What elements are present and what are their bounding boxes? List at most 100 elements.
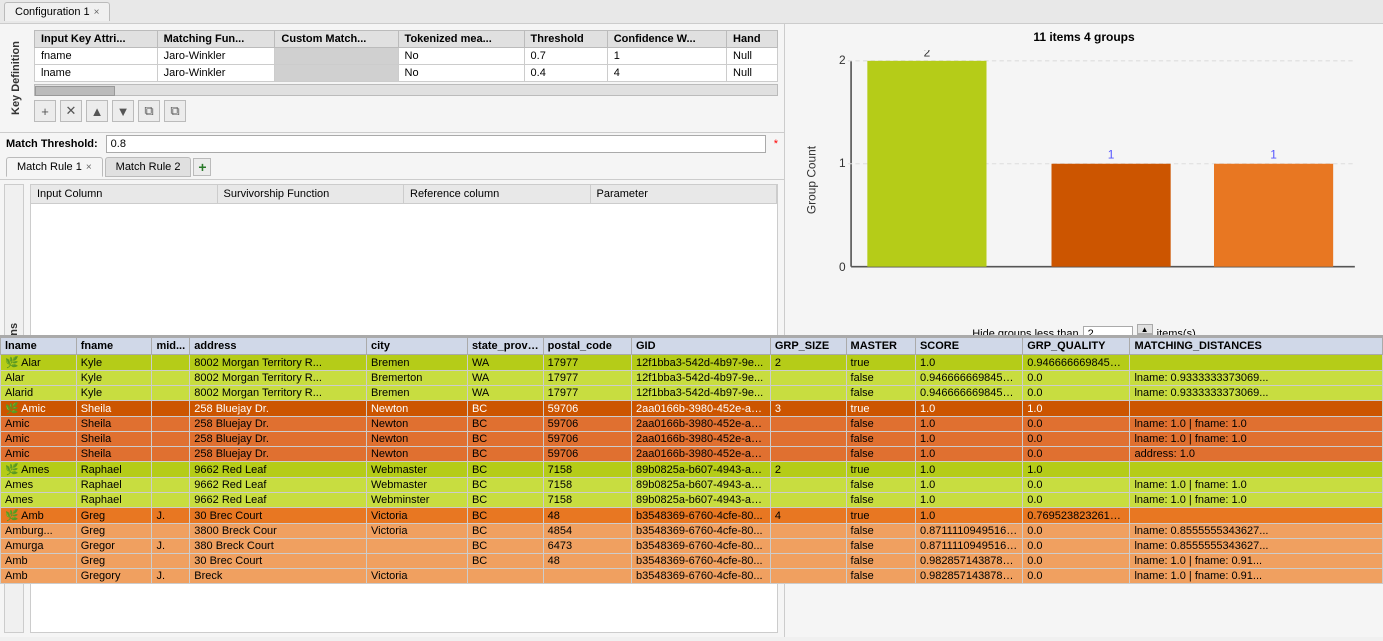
- table-row[interactable]: AlaridKyle8002 Morgan Territory R...Brem…: [1, 386, 1383, 401]
- table-cell: 258 Bluejay Dr.: [190, 417, 367, 432]
- table-cell: Greg: [76, 524, 152, 539]
- match-rule-tab-1[interactable]: Match Rule 1 ×: [6, 157, 103, 177]
- col-header-address[interactable]: address: [190, 338, 367, 355]
- table-cell: 1.0: [915, 355, 1022, 371]
- table-row[interactable]: AmurgaGregorJ.380 Breck CourtBC6473b3548…: [1, 539, 1383, 554]
- table-cell: lname: 1.0 | fname: 1.0: [1130, 493, 1383, 508]
- table-cell: Sheila: [76, 432, 152, 447]
- table-row[interactable]: AmbGregoryJ.BreckVictoriab3548369-6760-4…: [1, 569, 1383, 584]
- table-cell: BC: [467, 493, 543, 508]
- col-header-6: Hand: [727, 31, 778, 48]
- table-cell: false: [846, 554, 915, 569]
- table-cell: Raphael: [76, 462, 152, 478]
- table-cell: [770, 493, 846, 508]
- table-row[interactable]: AmesRaphael9662 Red LeafWebminsterBC7158…: [1, 493, 1383, 508]
- col-header-postal[interactable]: postal_code: [543, 338, 631, 355]
- spinner-up-button[interactable]: ▲: [1137, 324, 1153, 334]
- tab-close-icon[interactable]: ×: [94, 7, 100, 18]
- add-key-button[interactable]: +: [34, 100, 56, 122]
- data-table: lname fname mid... address city state_pr…: [0, 337, 1383, 584]
- table-cell: BC: [467, 478, 543, 493]
- paste-button[interactable]: ⧉: [164, 100, 186, 122]
- table-cell: 258 Bluejay Dr.: [190, 401, 367, 417]
- table-cell: 0.946666669845581: [915, 371, 1022, 386]
- table-cell: Alar: [1, 371, 77, 386]
- table-cell: Amic: [1, 417, 77, 432]
- table-cell: 2aa0166b-3980-452e-a9...: [632, 417, 771, 432]
- col-header-1: Matching Fun...: [157, 31, 275, 48]
- table-cell: lname: 0.9333333373069...: [1130, 386, 1383, 401]
- col-header-score[interactable]: SCORE: [915, 338, 1022, 355]
- table-row[interactable]: AmicSheila258 Bluejay Dr.NewtonBC597062a…: [1, 447, 1383, 462]
- table-cell: b3548369-6760-4cfe-80...: [632, 508, 771, 524]
- key-cell-1-6: Null: [727, 65, 778, 82]
- scroll-thumb[interactable]: [35, 86, 115, 96]
- table-cell: 1.0: [1023, 462, 1130, 478]
- match-rule-tabs: Match Rule 1 × Match Rule 2 +: [0, 155, 784, 180]
- table-cell: 0.9828571438789367: [915, 554, 1022, 569]
- match-rule-tab-2[interactable]: Match Rule 2: [105, 157, 192, 177]
- table-row[interactable]: 🌿 AmicSheila258 Bluejay Dr.NewtonBC59706…: [1, 401, 1383, 417]
- table-row[interactable]: 🌿 AmbGregJ.30 Brec CourtVictoriaBC48b354…: [1, 508, 1383, 524]
- table-cell: 0.0: [1023, 432, 1130, 447]
- table-cell: true: [846, 462, 915, 478]
- col-header-grpquality[interactable]: GRP_QUALITY: [1023, 338, 1130, 355]
- table-row[interactable]: AmicSheila258 Bluejay Dr.NewtonBC597062a…: [1, 432, 1383, 447]
- key-cell-1-0: lname: [35, 65, 158, 82]
- copy-button[interactable]: ⧉: [138, 100, 160, 122]
- table-cell: 1.0: [915, 447, 1022, 462]
- col-header-fname[interactable]: fname: [76, 338, 152, 355]
- table-cell: 17977: [543, 386, 631, 401]
- key-row-1[interactable]: lname Jaro-Winkler No 0.4 4 Null: [35, 65, 778, 82]
- key-def-toolbar: + ✕ ▲ ▼ ⧉ ⧉: [34, 96, 778, 126]
- table-cell: Amic: [1, 447, 77, 462]
- table-cell: 🌿 Amic: [1, 401, 77, 417]
- table-cell: Newton: [366, 417, 467, 432]
- col-header-mid[interactable]: mid...: [152, 338, 190, 355]
- col-header-grpsize[interactable]: GRP_SIZE: [770, 338, 846, 355]
- table-row[interactable]: 🌿 AlarKyle8002 Morgan Territory R...Brem…: [1, 355, 1383, 371]
- table-cell: BC: [467, 447, 543, 462]
- table-cell: [152, 554, 190, 569]
- match-rule-tab-1-close[interactable]: ×: [86, 162, 92, 173]
- chart-title: 11 items 4 groups: [1033, 30, 1134, 44]
- match-threshold-input[interactable]: [106, 135, 766, 153]
- move-up-button[interactable]: ▲: [86, 100, 108, 122]
- table-cell: [770, 539, 846, 554]
- col-header-master[interactable]: MASTER: [846, 338, 915, 355]
- table-cell: 0.9828571438789367: [915, 569, 1022, 584]
- data-table-container[interactable]: lname fname mid... address city state_pr…: [0, 335, 1383, 641]
- col-header-matchdist[interactable]: MATCHING_DISTANCES: [1130, 338, 1383, 355]
- move-down-button[interactable]: ▼: [112, 100, 134, 122]
- table-cell: [152, 417, 190, 432]
- horizontal-scrollbar[interactable]: [34, 84, 778, 96]
- table-cell: Breck: [190, 569, 367, 584]
- table-row[interactable]: AmbGreg30 Brec CourtBC48b3548369-6760-4c…: [1, 554, 1383, 569]
- table-row[interactable]: AlarKyle8002 Morgan Territory R...Bremer…: [1, 371, 1383, 386]
- col-header-3: Tokenized mea...: [398, 31, 524, 48]
- table-row[interactable]: AmesRaphael9662 Red LeafWebmasterBC71588…: [1, 478, 1383, 493]
- table-cell: [1130, 355, 1383, 371]
- table-cell: [1130, 462, 1383, 478]
- table-cell: 59706: [543, 447, 631, 462]
- table-cell: 59706: [543, 417, 631, 432]
- table-cell: Gregory: [76, 569, 152, 584]
- col-header-state[interactable]: state_province: [467, 338, 543, 355]
- col-header-city[interactable]: city: [366, 338, 467, 355]
- table-cell: lname: 1.0 | fname: 0.91...: [1130, 569, 1383, 584]
- data-table-header-row: lname fname mid... address city state_pr…: [1, 338, 1383, 355]
- col-header-gid[interactable]: GID: [632, 338, 771, 355]
- key-definition-table: Input Key Attri... Matching Fun... Custo…: [34, 30, 778, 82]
- key-row-0[interactable]: fname Jaro-Winkler No 0.7 1 Null: [35, 48, 778, 65]
- table-cell: false: [846, 371, 915, 386]
- col-header-lname[interactable]: lname: [1, 338, 77, 355]
- tab-configuration1[interactable]: Configuration 1 ×: [4, 2, 110, 21]
- table-cell: Victoria: [366, 508, 467, 524]
- table-cell: b3548369-6760-4cfe-80...: [632, 569, 771, 584]
- table-row[interactable]: AmicSheila258 Bluejay Dr.NewtonBC597062a…: [1, 417, 1383, 432]
- table-row[interactable]: Amburg...Greg3800 Breck CourVictoriaBC48…: [1, 524, 1383, 539]
- table-row[interactable]: 🌿 AmesRaphael9662 Red LeafWebmasterBC715…: [1, 462, 1383, 478]
- delete-key-button[interactable]: ✕: [60, 100, 82, 122]
- table-cell: 2: [770, 462, 846, 478]
- add-match-rule-button[interactable]: +: [193, 158, 211, 176]
